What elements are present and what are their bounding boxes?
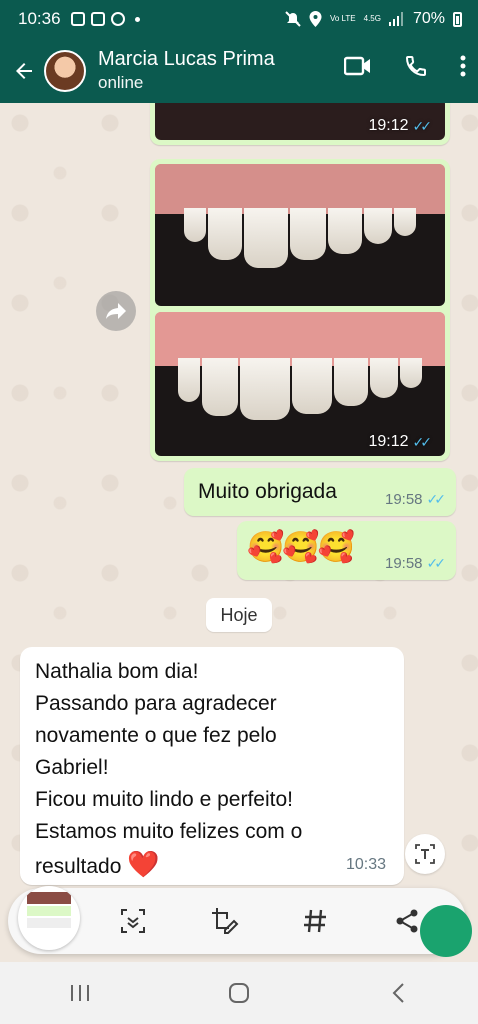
emoji-text: 🥰🥰🥰 [247, 531, 355, 564]
contact-name: Marcia Lucas Prima [98, 48, 275, 71]
back-button[interactable] [4, 51, 44, 91]
tag-button[interactable] [298, 904, 332, 938]
recents-button[interactable] [50, 973, 110, 1013]
gallery-notification-icon [70, 12, 85, 26]
teeth-photo-before[interactable] [155, 164, 445, 306]
signal-icon [388, 12, 403, 26]
edit-crop-button[interactable] [208, 904, 242, 938]
message-timestamp: 10:33 [346, 856, 387, 873]
mute-icon [285, 11, 301, 27]
scroll-capture-button[interactable] [116, 904, 150, 938]
forward-icon [106, 303, 126, 319]
emoji-message[interactable]: 🥰🥰🥰 19:58 ✓✓ [237, 521, 456, 580]
top-bar: 10:36 Vo LTE 4.5G 70% Marcia Lucas Prima… [0, 0, 478, 103]
battery-icon [453, 11, 462, 27]
date-divider: Hoje [206, 598, 272, 632]
message-text: Muito obrigada [198, 480, 337, 503]
text-recognition-icon [415, 844, 435, 864]
message-line: Ficou muito lindo e perfeito! [35, 788, 293, 811]
message-line: resultado [35, 855, 122, 878]
contact-status: online [98, 73, 144, 93]
home-icon [228, 983, 249, 1003]
share-icon [396, 909, 418, 933]
recents-icon [70, 985, 89, 1001]
forward-button[interactable] [96, 291, 136, 331]
arrow-left-icon [16, 62, 32, 79]
location-icon [309, 11, 322, 27]
message-timestamp: 19:12 ✓✓ [368, 433, 433, 450]
status-bar: 10:36 Vo LTE 4.5G 70% [0, 0, 478, 38]
image-message[interactable]: 19:12 ✓✓ [150, 159, 450, 461]
incoming-message-text: Nathalia bom dia! Passando para agradece… [35, 656, 302, 883]
video-call-icon[interactable] [344, 55, 372, 77]
more-notifications-icon [134, 16, 140, 22]
scroll-capture-icon [121, 909, 145, 933]
message-line: Passando para agradecer [35, 692, 277, 715]
crop-edit-icon [212, 908, 239, 934]
chrome-notification-icon [110, 12, 125, 26]
image-message[interactable]: 19:12 ✓✓ [150, 103, 450, 145]
screenshot-thumbnail[interactable] [18, 886, 80, 950]
hashtag-icon [304, 909, 326, 933]
share-button[interactable] [390, 904, 424, 938]
read-ticks-icon: ✓✓ [426, 491, 447, 507]
status-time: 10:36 [18, 9, 61, 28]
text-message[interactable]: Muito obrigada 19:58 ✓✓ [184, 468, 456, 516]
back-chevron-icon [392, 983, 405, 1003]
read-ticks-icon: ✓✓ [412, 433, 433, 450]
message-line-last: resultado ❤️ [35, 848, 302, 883]
chat-area[interactable]: 19:12 ✓✓ 19:12 ✓✓ Muito obrigada 19:58 ✓… [0, 103, 478, 893]
compose-fab[interactable] [420, 905, 472, 957]
message-timestamp: 19:12 ✓✓ [368, 117, 433, 134]
status-right: Vo LTE 4.5G 70% [285, 10, 462, 28]
back-nav-button[interactable] [368, 973, 428, 1013]
home-button[interactable] [209, 973, 269, 1013]
volte-label: Vo LTE [329, 14, 356, 23]
read-ticks-icon: ✓✓ [412, 117, 433, 134]
system-nav-bar [0, 962, 478, 1024]
text-recognition-button[interactable] [405, 834, 445, 874]
contact-info[interactable]: Marcia Lucas Prima online [98, 47, 275, 93]
message-line: Nathalia bom dia! [35, 660, 199, 683]
message-line: Estamos muito felizes com o [35, 820, 303, 843]
avatar[interactable] [44, 49, 86, 92]
message-line: Gabriel! [35, 756, 109, 779]
message-timestamp: 19:58 ✓✓ [384, 555, 447, 572]
header-actions [344, 54, 466, 78]
message-timestamp: 19:58 ✓✓ [384, 491, 447, 508]
message-line: novamente o que fez pelo [35, 724, 277, 747]
battery-percent: 70% [412, 10, 445, 27]
chat-header: Marcia Lucas Prima online [0, 38, 478, 103]
screenshot-toolbar [8, 886, 466, 954]
more-vert-icon[interactable] [460, 55, 466, 77]
phone-icon[interactable] [404, 54, 428, 78]
read-ticks-icon: ✓✓ [426, 555, 447, 571]
network-label: 4.5G [363, 14, 381, 23]
instagram-notification-icon [90, 12, 105, 26]
heart-emoji: ❤️ [127, 849, 160, 879]
